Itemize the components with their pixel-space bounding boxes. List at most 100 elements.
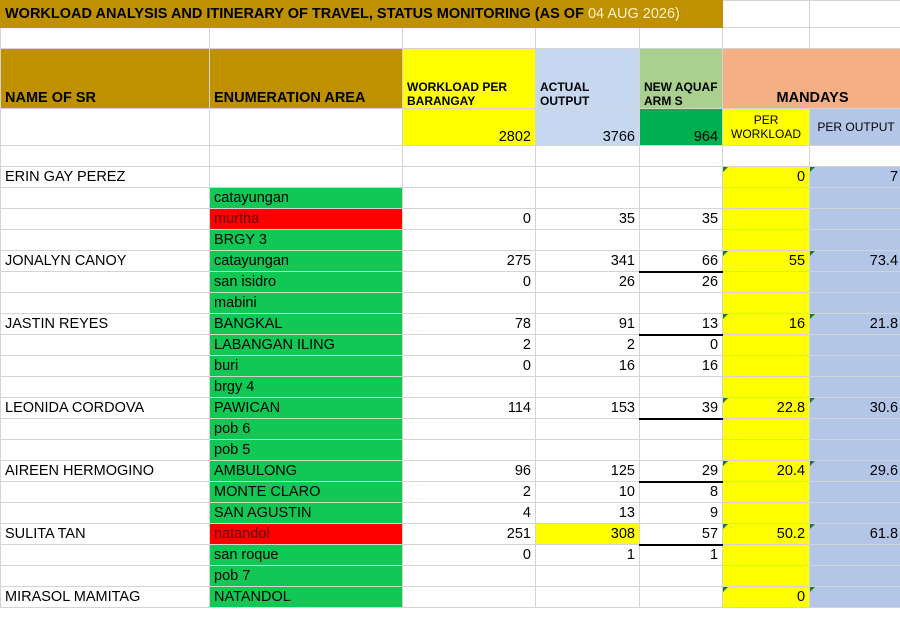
- per-workload-cell[interactable]: [722, 208, 811, 230]
- workload-cell[interactable]: 251: [402, 523, 536, 545]
- actual-output-cell[interactable]: [535, 187, 640, 209]
- workload-cell[interactable]: 96: [402, 460, 536, 482]
- workload-cell[interactable]: [402, 418, 536, 440]
- cell[interactable]: [0, 145, 210, 167]
- new-aquafarms-cell[interactable]: 35: [638, 208, 724, 230]
- workload-cell[interactable]: 275: [402, 250, 536, 272]
- enumeration-area-cell[interactable]: AMBULONG: [209, 460, 403, 482]
- actual-output-cell[interactable]: 153: [535, 397, 640, 419]
- actual-output-cell[interactable]: 2: [535, 334, 640, 356]
- header-workload-per-barangay[interactable]: WORKLOAD PER BARANGAY: [402, 48, 536, 109]
- enumeration-area-cell[interactable]: PAWICAN: [209, 397, 403, 419]
- new-aquafarms-cell[interactable]: 9: [638, 502, 724, 524]
- sr-name-cell[interactable]: [0, 418, 210, 440]
- actual-output-cell[interactable]: [535, 565, 640, 587]
- new-aquafarms-cell[interactable]: 13: [638, 313, 724, 336]
- header-mandays[interactable]: MANDAYS: [722, 48, 900, 109]
- sr-name-cell[interactable]: JASTIN REYES: [0, 313, 210, 335]
- new-aquafarms-cell[interactable]: [638, 187, 724, 209]
- cell[interactable]: [209, 145, 403, 167]
- actual-output-cell[interactable]: [535, 586, 640, 608]
- enumeration-area-cell[interactable]: BRGY 3: [209, 229, 403, 251]
- actual-output-cell[interactable]: 125: [535, 460, 640, 482]
- per-output-cell[interactable]: [809, 229, 900, 251]
- cell[interactable]: [809, 27, 900, 49]
- actual-output-cell[interactable]: [535, 229, 640, 251]
- sr-name-cell[interactable]: [0, 334, 210, 356]
- header-name-of-sr[interactable]: NAME OF SR: [0, 48, 210, 109]
- actual-output-cell[interactable]: 91: [535, 313, 640, 335]
- per-output-cell[interactable]: [809, 334, 900, 356]
- sr-name-cell[interactable]: SULITA TAN: [0, 523, 210, 545]
- enumeration-area-cell[interactable]: pob 7: [209, 565, 403, 587]
- per-output-cell[interactable]: 7: [809, 166, 900, 188]
- actual-output-cell[interactable]: 16: [535, 355, 640, 377]
- cell[interactable]: [809, 145, 900, 167]
- new-aquafarms-cell[interactable]: 16: [638, 355, 724, 377]
- workload-cell[interactable]: 0: [402, 544, 536, 566]
- per-output-cell[interactable]: [809, 544, 900, 566]
- new-aquafarms-cell[interactable]: [638, 229, 724, 251]
- cell[interactable]: [402, 145, 536, 167]
- per-workload-cell[interactable]: [722, 292, 811, 314]
- new-aquafarms-cell[interactable]: 29: [638, 460, 724, 483]
- enumeration-area-cell[interactable]: [209, 166, 403, 188]
- workload-cell[interactable]: [402, 586, 536, 608]
- per-workload-cell[interactable]: [722, 544, 811, 566]
- new-aquafarms-cell[interactable]: 26: [638, 271, 724, 293]
- per-output-cell[interactable]: 61.8: [809, 523, 900, 545]
- cell[interactable]: [0, 108, 210, 146]
- per-workload-cell[interactable]: 16: [722, 313, 811, 335]
- sr-name-cell[interactable]: [0, 544, 210, 566]
- new-aquafarms-cell[interactable]: 66: [638, 250, 724, 273]
- workload-cell[interactable]: [402, 187, 536, 209]
- workload-cell[interactable]: [402, 376, 536, 398]
- new-aquafarms-cell[interactable]: [638, 586, 724, 608]
- sr-name-cell[interactable]: LEONIDA CORDOVA: [0, 397, 210, 419]
- per-workload-cell[interactable]: [722, 481, 811, 503]
- actual-output-cell[interactable]: 13: [535, 502, 640, 524]
- per-workload-cell[interactable]: [722, 376, 811, 398]
- per-workload-cell[interactable]: 20.4: [722, 460, 811, 482]
- per-workload-cell[interactable]: [722, 187, 811, 209]
- cell[interactable]: [809, 0, 900, 28]
- cell[interactable]: [209, 27, 403, 49]
- header-actual-output[interactable]: ACTUAL OUTPUT: [535, 48, 640, 109]
- per-workload-cell[interactable]: [722, 334, 811, 356]
- sr-name-cell[interactable]: AIREEN HERMOGINO: [0, 460, 210, 482]
- new-aquafarms-cell[interactable]: 1: [638, 544, 724, 566]
- workload-cell[interactable]: 2: [402, 334, 536, 356]
- actual-output-cell[interactable]: 10: [535, 481, 640, 503]
- enumeration-area-cell[interactable]: mabini: [209, 292, 403, 314]
- cell[interactable]: [0, 27, 210, 49]
- new-aquafarms-cell[interactable]: 39: [638, 397, 724, 420]
- cell[interactable]: [722, 0, 811, 28]
- per-workload-cell[interactable]: 22.8: [722, 397, 811, 419]
- actual-output-cell[interactable]: [535, 439, 640, 461]
- per-workload-cell[interactable]: [722, 502, 811, 524]
- enumeration-area-cell[interactable]: buri: [209, 355, 403, 377]
- actual-output-cell[interactable]: 35: [535, 208, 640, 230]
- workload-cell[interactable]: 78: [402, 313, 536, 335]
- enumeration-area-cell[interactable]: BANGKAL: [209, 313, 403, 335]
- actual-output-cell[interactable]: 1: [535, 544, 640, 566]
- header-per-output[interactable]: PER OUTPUT: [809, 108, 900, 146]
- new-aquafarms-cell[interactable]: 8: [638, 481, 724, 503]
- per-workload-cell[interactable]: 0: [722, 586, 811, 608]
- workload-cell[interactable]: [402, 229, 536, 251]
- per-output-cell[interactable]: 21.8: [809, 313, 900, 335]
- enumeration-area-cell[interactable]: catayungan: [209, 250, 403, 272]
- per-output-cell[interactable]: 30.6: [809, 397, 900, 419]
- sr-name-cell[interactable]: [0, 502, 210, 524]
- new-aquafarms-cell[interactable]: [638, 292, 724, 314]
- per-workload-cell[interactable]: [722, 439, 811, 461]
- header-enumeration-area[interactable]: ENUMERATION AREA: [209, 48, 403, 109]
- actual-output-cell[interactable]: 26: [535, 271, 640, 293]
- actual-output-cell[interactable]: [535, 418, 640, 440]
- enumeration-area-cell[interactable]: murtha: [209, 208, 403, 230]
- cell[interactable]: [638, 145, 724, 167]
- enumeration-area-cell[interactable]: catayungan: [209, 187, 403, 209]
- sr-name-cell[interactable]: [0, 292, 210, 314]
- cell[interactable]: [535, 27, 640, 49]
- new-aquafarms-cell[interactable]: [638, 376, 724, 398]
